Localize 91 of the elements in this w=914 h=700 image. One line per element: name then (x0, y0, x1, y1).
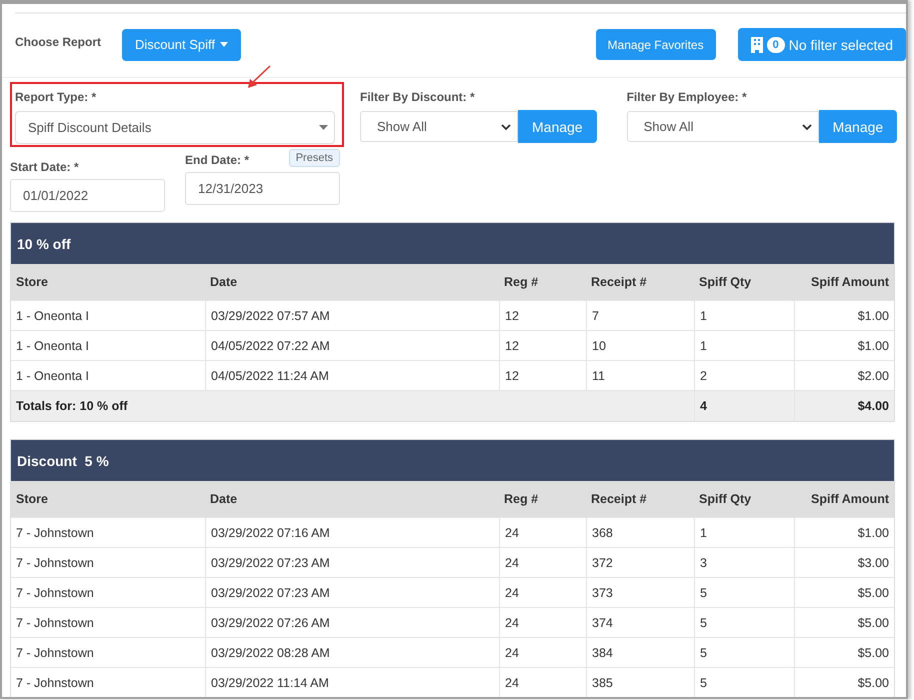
field-label: Report Type: * (15, 90, 98, 104)
caret-icon (319, 125, 328, 130)
report-dropdown-button[interactable]: Discount Spiff (122, 28, 241, 60)
table-cell: 24 (499, 578, 586, 607)
table-cell-text: 7 - Johnstown (15, 554, 95, 572)
table-cell-text: 7 - Johnstown (15, 584, 95, 602)
field-label: Start Date: * (10, 159, 80, 174)
table-cell: 03/29/2022 11:14 AM (205, 668, 499, 697)
table-cell: $1.00 (794, 301, 894, 330)
table-cell: 03/29/2022 07:16 AM (205, 518, 499, 547)
annotation-arrow (246, 64, 272, 90)
filter-label: No filter selected (788, 36, 893, 52)
column-header: Store (15, 274, 49, 291)
table-cell: 5 (694, 668, 794, 697)
table-cell: $1.00 (794, 331, 894, 360)
table-cell: $5.00 (794, 668, 894, 697)
column-header: Date (209, 491, 238, 508)
table-cell: 04/05/2022 07:22 AM (205, 331, 499, 360)
manage-button[interactable]: Manage (518, 110, 597, 143)
table-cell: 03/29/2022 07:23 AM (205, 548, 499, 577)
table-cell: 24 (499, 668, 586, 697)
table-cell-text: 7 - Johnstown (15, 674, 95, 692)
column-header: Spiff Qty (698, 274, 752, 291)
end-date-field[interactable]: 12/31/2023 (185, 172, 340, 205)
presets-button[interactable]: Presets (288, 149, 340, 167)
table-cell: $5.00 (794, 638, 894, 667)
table-cell: 7 (586, 301, 694, 330)
column-header: Spiff Qty (698, 491, 752, 508)
column-header: Date (209, 274, 238, 291)
table-cell: 03/29/2022 07:23 AM (205, 578, 499, 607)
building-icon (750, 36, 763, 52)
caret-icon (220, 42, 228, 47)
table-cell: 24 (499, 548, 586, 577)
column-header: Spiff Amount (810, 491, 890, 508)
table-cell: 03/29/2022 07:26 AM (205, 608, 499, 637)
table-cell-text: 1 - Oneonta I (15, 338, 90, 354)
table-cell: $3.00 (794, 548, 894, 577)
column-header: Receipt # (590, 491, 648, 508)
table-cell: 1 (694, 301, 794, 330)
column-header: Reg # (503, 274, 540, 291)
table-cell: $5.00 (794, 608, 894, 637)
report-type-select[interactable]: Spiff Discount Details (15, 111, 335, 144)
choose-report-label: Choose Report (15, 34, 102, 48)
table-cell: 12 (499, 301, 586, 330)
totals-cell: $4.00 (794, 391, 894, 421)
column-header: Spiff Amount (810, 274, 890, 291)
column-header: Receipt # (590, 274, 648, 291)
table-cell: 03/29/2022 07:57 AM (205, 301, 499, 330)
table-cell: 1 (694, 331, 794, 360)
field-label: Filter By Discount: * (360, 90, 476, 104)
table-cell: 24 (499, 518, 586, 547)
employee-select[interactable]: Show All (626, 111, 819, 142)
table-cell: 1 (694, 518, 794, 547)
group-title: Discount 5 % (11, 440, 894, 481)
table-cell: 372 (586, 548, 694, 577)
table-cell: $5.00 (794, 578, 894, 607)
totals-cell: 4 (694, 391, 794, 421)
column-header: Store (15, 491, 49, 508)
table-cell-text: 1 - Oneonta I (15, 368, 90, 384)
table-cell: 24 (499, 638, 586, 667)
field-label: End Date: * (185, 152, 250, 166)
table-cell: 12 (499, 331, 586, 360)
table-cell-text: 7 - Johnstown (15, 644, 95, 662)
table-cell: 5 (694, 608, 794, 637)
column-header: Reg # (503, 491, 540, 508)
table-cell: 384 (586, 638, 694, 667)
table-cell: 374 (586, 608, 694, 637)
manage-button[interactable]: Manage (818, 110, 898, 143)
table-cell: 368 (586, 518, 694, 547)
filter-button[interactable]: 0 No filter selected (738, 28, 906, 61)
table-cell: 10 (586, 331, 694, 360)
table-cell: 5 (694, 578, 794, 607)
table-cell: $1.00 (794, 518, 894, 547)
table-cell-text: 7 - Johnstown (15, 524, 95, 542)
field-label: Filter By Employee: * (626, 90, 748, 104)
group-title: 10 % off (11, 223, 894, 264)
totals-label: Totals for: 10 % off (15, 398, 129, 415)
count-badge: 0 (766, 36, 785, 52)
chevron-icon (802, 124, 812, 130)
table-cell: 3 (694, 548, 794, 577)
discount-select[interactable]: Show All (360, 111, 518, 142)
table-cell: 5 (694, 638, 794, 667)
chevron-icon (501, 124, 511, 130)
table-cell: 373 (586, 578, 694, 607)
table-cell: 03/29/2022 08:28 AM (205, 638, 499, 667)
table-cell-text: 7 - Johnstown (15, 614, 95, 632)
start-date-field[interactable]: 01/01/2022 (10, 179, 165, 212)
manage-favorites-button[interactable]: Manage Favorites (596, 29, 716, 60)
table-cell-text: 1 - Oneonta I (15, 308, 90, 324)
table-cell: 385 (586, 668, 694, 697)
table-cell: 24 (499, 608, 586, 637)
